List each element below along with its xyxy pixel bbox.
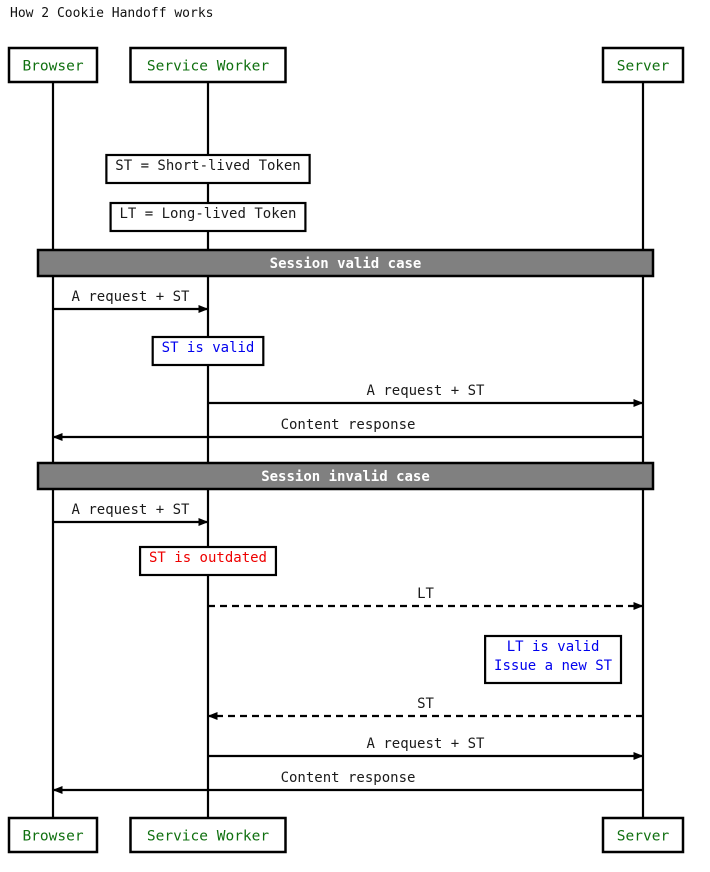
note-st-valid: ST is valid: [151, 335, 265, 367]
sequence-diagram-canvas: How 2 Cookie Handoff works Session valid…: [0, 0, 710, 872]
participant-label: Server: [617, 829, 670, 845]
note-lt-valid: LT is valid Issue a new ST: [484, 634, 623, 685]
message-label: A request + ST: [366, 736, 485, 752]
note-lt-def: LT = Long-lived Token: [109, 201, 307, 233]
message-label: LT: [417, 586, 434, 602]
participant-browser-top[interactable]: Browser: [7, 46, 99, 84]
section-divider-session-valid: Session valid case: [36, 248, 655, 278]
note-text: ST is valid: [162, 340, 255, 356]
participant-label: Service Worker: [147, 59, 269, 75]
section-divider-session-invalid: Session invalid case: [36, 461, 655, 491]
note-text: ST is outdated: [149, 550, 267, 566]
message-label: A request + ST: [366, 383, 485, 399]
page-title: How 2 Cookie Handoff works: [10, 6, 214, 21]
note-st-def: ST = Short-lived Token: [105, 153, 311, 185]
note-text: LT = Long-lived Token: [119, 206, 296, 222]
participant-label: Browser: [22, 829, 83, 845]
participant-server-top[interactable]: Server: [601, 46, 685, 84]
note-text: ST = Short-lived Token: [115, 158, 300, 174]
message-label: A request + ST: [71, 502, 190, 518]
note-text: Issue a new ST: [494, 658, 613, 674]
divider-label: Session valid case: [270, 256, 422, 272]
participant-service_worker-bottom[interactable]: Service Worker: [129, 816, 287, 854]
participant-label: Browser: [22, 59, 83, 75]
message-label: ST: [417, 696, 434, 712]
message-label: A request + ST: [71, 289, 190, 305]
sequence-diagram: How 2 Cookie Handoff works Session valid…: [0, 0, 710, 872]
participant-service_worker-top[interactable]: Service Worker: [129, 46, 287, 84]
divider-label: Session invalid case: [261, 469, 430, 485]
message-label: Content response: [281, 417, 416, 433]
participant-browser-bottom[interactable]: Browser: [7, 816, 99, 854]
note-text: LT is valid: [507, 639, 600, 655]
participant-label: Server: [617, 59, 670, 75]
note-st-outdated: ST is outdated: [138, 545, 278, 577]
participant-label: Service Worker: [147, 829, 269, 845]
message-label: Content response: [281, 770, 416, 786]
participant-server-bottom[interactable]: Server: [601, 816, 685, 854]
